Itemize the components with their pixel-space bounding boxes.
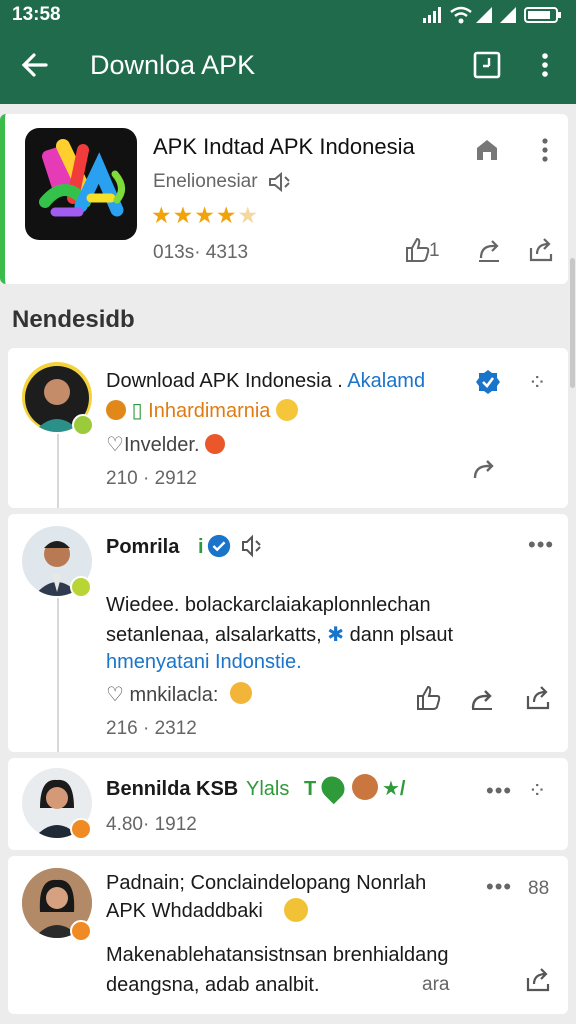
rating-stars: ★★★★★ <box>151 202 259 229</box>
share-arrow-icon[interactable] <box>470 454 498 482</box>
app-bar: 13:58 Downloa APK <box>0 0 576 104</box>
like-count: 1 <box>429 240 440 261</box>
app-logo-icon <box>25 128 137 240</box>
star-icon: ★/ <box>382 778 406 800</box>
post-author[interactable]: Pomrila <box>106 536 179 559</box>
share-icon[interactable] <box>527 236 555 264</box>
heart-icon[interactable]: ♡ <box>106 434 124 456</box>
app-name: APK Indtad APK Indonesia <box>153 134 415 159</box>
reaction-emoji-icon <box>230 682 252 704</box>
post-subtitle: ▯ Inhardimarnia <box>106 398 298 423</box>
online-badge <box>70 576 92 598</box>
post-tag: Ylals <box>246 778 290 800</box>
post-reaction: ♡ mnkilacla: <box>106 682 218 707</box>
share-icon[interactable] <box>524 684 552 712</box>
more-icon[interactable]: ••• <box>528 532 554 558</box>
star-half-icon: ★ <box>237 202 260 228</box>
heart-icon[interactable]: ♡ <box>106 684 124 706</box>
post-title-text: Download APK Indonesia . <box>106 370 348 392</box>
more-vert-icon[interactable] <box>531 136 559 164</box>
more-icon[interactable]: ••• <box>486 874 512 900</box>
app-stats: 013s· 4313 <box>153 242 249 263</box>
check-badge-icon <box>106 400 126 420</box>
thumb-up-icon[interactable] <box>414 684 442 712</box>
post-link[interactable]: hmenyatani Indonstie. <box>106 651 302 674</box>
battery-icon <box>524 7 561 23</box>
emoji-icon <box>352 774 378 800</box>
post-link[interactable]: Akalamd <box>347 370 425 392</box>
post-card[interactable]: Padnain; Conclaindelopang Nonrlah APK Wh… <box>8 856 568 1014</box>
signal-icon-2 <box>476 7 492 23</box>
post-title: Download APK Indonesia . Akalamd <box>106 370 425 393</box>
post-body-line: setanlenaa, alsalarkatts, ✱ dann plsaut <box>106 622 453 647</box>
app-developer[interactable]: Enelionesiar <box>153 171 258 193</box>
flag-icon: i <box>198 536 204 558</box>
location-pin-icon <box>316 771 350 805</box>
post-body-text: setanlenaa, alsalarkatts, <box>106 624 322 646</box>
online-badge <box>72 414 94 436</box>
snowflake-icon: ✱ <box>327 624 345 646</box>
post-title: Padnain; Conclaindelopang Nonrlah <box>106 872 427 894</box>
post-reaction: ♡Invelder. <box>106 432 226 457</box>
open-in-new-icon[interactable] <box>472 50 502 80</box>
share-curve-icon[interactable] <box>475 236 503 264</box>
post-body-line: deangsna, adab analbit. <box>106 974 320 996</box>
post-subtitle: APK Whdaddbaki <box>106 900 263 922</box>
post-author[interactable]: Bennilda KSB <box>106 778 238 801</box>
post-meta: 4.80· 1912 <box>106 814 197 835</box>
post-tag: T <box>304 778 317 800</box>
emoji-icon <box>276 399 298 421</box>
thread-line <box>57 434 59 508</box>
flag-icon: ▯ <box>131 400 143 422</box>
online-badge <box>70 818 92 840</box>
speaker-icon <box>242 534 261 558</box>
star-icon: ★★★★ <box>151 202 238 228</box>
wifi-icon <box>450 6 472 24</box>
more-icon-green[interactable]: ⁘ <box>528 778 547 804</box>
back-arrow-icon[interactable] <box>20 50 50 80</box>
post-meta: 210 · 2912 <box>106 468 197 489</box>
home-icon[interactable] <box>473 136 501 164</box>
post-side-label: ara <box>422 974 450 995</box>
post-meta: 216 · 2312 <box>106 718 197 739</box>
post-subtitle-text: Inhardimarnia <box>148 400 271 422</box>
more-icon[interactable]: ••• <box>486 778 512 804</box>
signal-icon-3 <box>500 7 516 23</box>
signal-icon <box>423 7 441 23</box>
post-body-text: dann plsaut <box>349 624 453 646</box>
section-title: Nendesidb <box>12 306 135 333</box>
post-card[interactable]: Download APK Indonesia . Akalamd ⁘ ▯ Inh… <box>8 348 568 508</box>
verified-icon <box>207 534 231 558</box>
online-badge <box>70 920 92 942</box>
page-title: Downloa APK <box>90 50 256 80</box>
post-card[interactable]: Bennilda KSB Ylals T ★/ 4.80· 1912 ••• ⁘ <box>8 758 568 850</box>
post-body-line: Wiedee. bolackarclaiakaplonnlechan <box>106 594 431 616</box>
more-icon[interactable]: ⁘ <box>528 370 547 396</box>
scrollbar[interactable] <box>570 258 575 388</box>
reaction-text: Invelder. <box>123 434 200 456</box>
verified-icon <box>476 370 500 394</box>
status-time: 13:58 <box>12 4 61 25</box>
more-vert-icon[interactable] <box>530 50 560 80</box>
status-bar: 13:58 <box>0 0 576 30</box>
share-icon[interactable] <box>524 966 552 994</box>
reaction-emoji-icon <box>205 434 226 454</box>
thread-line <box>57 598 59 752</box>
emoji-icon <box>284 898 308 922</box>
app-card[interactable]: APK Indtad APK Indonesia Enelionesiar ★★… <box>0 114 568 284</box>
post-card[interactable]: Pomrila i ••• Wiedee. bolackarclaiakaplo… <box>8 514 568 752</box>
post-count: 88 <box>528 878 550 899</box>
share-arrow-icon[interactable] <box>468 684 496 712</box>
post-body-line: Makenablehatansistnsan brenhialdang <box>106 944 449 966</box>
thumb-up-icon[interactable] <box>403 236 431 264</box>
speaker-icon <box>269 172 290 192</box>
reaction-text: mnkilacla: <box>129 684 219 706</box>
